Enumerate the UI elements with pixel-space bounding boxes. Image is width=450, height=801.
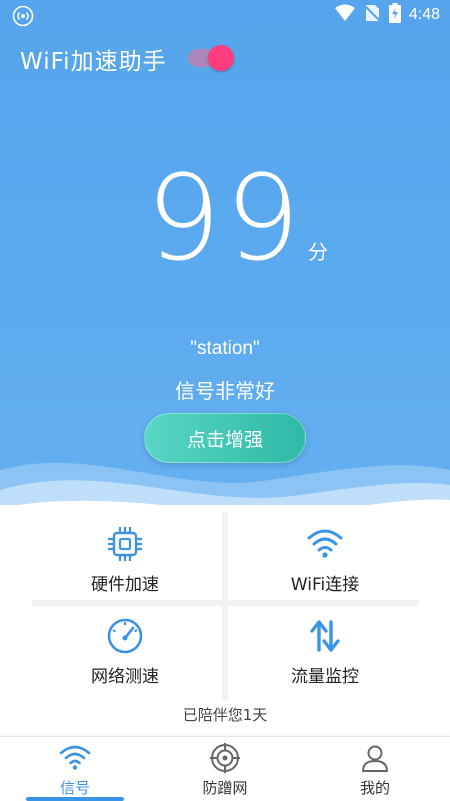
feature-label: WiFi连接 — [290, 575, 360, 595]
signal-status: 信号非常好 — [175, 379, 275, 403]
companion-days-text: 已陪伴您1天 — [182, 706, 268, 724]
battery-charging-icon — [388, 3, 401, 27]
user-icon — [360, 743, 390, 777]
boost-button[interactable]: 点击增强 — [144, 413, 306, 463]
feature-label: 网络测速 — [91, 667, 159, 687]
status-bar: 4:48 — [0, 0, 450, 30]
feature-wifi-connect[interactable]: WiFi连接 — [230, 512, 420, 598]
hero-panel: 4:48 WiFi加速助手 99 分 "station" 信号非常好 点击增强 — [0, 0, 450, 520]
speedometer-icon — [105, 616, 145, 660]
feature-label: 流量监控 — [291, 667, 359, 687]
network-ssid: "station" — [190, 338, 260, 359]
grid-divider-vertical — [222, 512, 228, 700]
tab-label: 信号 — [59, 779, 90, 797]
feature-hardware-acceleration[interactable]: 硬件加速 — [30, 512, 220, 598]
chip-icon — [105, 524, 145, 568]
wifi-icon — [59, 743, 91, 775]
toggle-knob — [208, 45, 234, 71]
target-icon — [210, 743, 240, 777]
transfer-arrows-icon — [305, 616, 345, 660]
accelerate-toggle[interactable] — [188, 45, 234, 71]
bottom-tab-bar: 信号 防蹭网 我的 — [0, 736, 450, 801]
status-time: 4:48 — [408, 6, 440, 23]
tab-label: 防蹭网 — [202, 779, 248, 797]
tab-label: 我的 — [359, 779, 390, 797]
feature-traffic-monitor[interactable]: 流量监控 — [230, 608, 420, 700]
tab-signal[interactable]: 信号 — [0, 737, 150, 801]
tab-anti-freeload[interactable]: 防蹭网 — [150, 737, 300, 801]
tab-mine[interactable]: 我的 — [300, 737, 450, 801]
score-unit: 分 — [308, 240, 328, 264]
no-sim-icon — [363, 4, 381, 26]
feature-speed-test[interactable]: 网络测速 — [30, 608, 220, 700]
signal-score: 99 — [145, 149, 305, 287]
hotspot-icon — [12, 5, 34, 31]
active-tab-indicator — [26, 797, 124, 801]
feature-label: 硬件加速 — [91, 575, 159, 595]
grid-divider-horizontal — [32, 600, 418, 606]
wifi-icon — [305, 526, 345, 564]
app-bar: WiFi加速助手 — [0, 40, 450, 80]
wifi-signal-icon — [334, 4, 355, 26]
app-title: WiFi加速助手 — [20, 49, 167, 75]
